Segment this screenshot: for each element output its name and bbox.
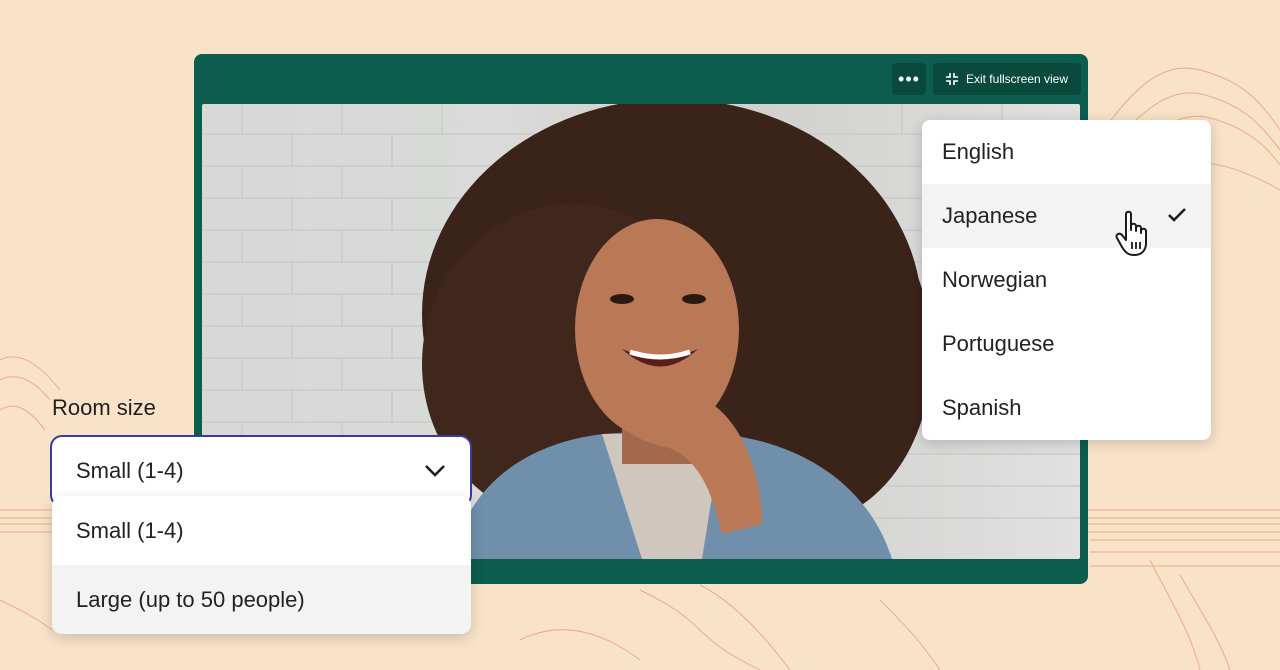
language-option-spanish[interactable]: Spanish bbox=[922, 376, 1211, 440]
language-option-portuguese[interactable]: Portuguese bbox=[922, 312, 1211, 376]
room-size-options: Small (1-4) Large (up to 50 people) bbox=[52, 496, 471, 634]
exit-fullscreen-button[interactable]: Exit fullscreen view bbox=[933, 63, 1081, 95]
exit-fullscreen-label: Exit fullscreen view bbox=[965, 72, 1069, 86]
language-option-label: Spanish bbox=[942, 395, 1022, 420]
chevron-down-icon bbox=[425, 465, 445, 477]
language-option-japanese[interactable]: Japanese bbox=[922, 184, 1211, 248]
language-option-norwegian[interactable]: Norwegian bbox=[922, 248, 1211, 312]
room-size-option-label: Small (1-4) bbox=[76, 517, 184, 543]
language-option-english[interactable]: English bbox=[922, 120, 1211, 184]
check-icon bbox=[1168, 208, 1186, 222]
language-option-label: English bbox=[942, 139, 1015, 164]
language-option-label: Japanese bbox=[942, 203, 1038, 228]
ellipsis-icon: ••• bbox=[898, 68, 920, 89]
language-option-label: Norwegian bbox=[942, 267, 1048, 292]
room-size-option-label: Large (up to 50 people) bbox=[76, 586, 305, 612]
language-option-label: Portuguese bbox=[942, 331, 1055, 356]
more-options-button[interactable]: ••• bbox=[892, 63, 926, 95]
room-size-option-small[interactable]: Small (1-4) bbox=[52, 496, 471, 565]
room-size-selected-value: Small (1-4) bbox=[76, 458, 184, 483]
hand-pointer-cursor-icon bbox=[1115, 210, 1147, 256]
exit-fullscreen-icon bbox=[945, 73, 958, 85]
room-size-label: Room size bbox=[52, 395, 156, 420]
language-menu: English Japanese Norwegian Portuguese Sp… bbox=[922, 120, 1211, 440]
room-size-option-large[interactable]: Large (up to 50 people) bbox=[52, 565, 471, 634]
